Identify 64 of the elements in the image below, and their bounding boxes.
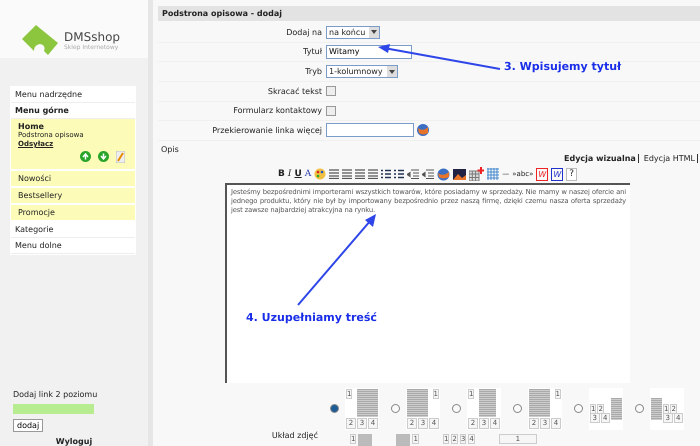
content-editor[interactable] xyxy=(225,182,630,383)
radio-button[interactable] xyxy=(330,404,339,414)
align-icon[interactable] xyxy=(368,169,378,180)
field-label: Dodaj na xyxy=(285,28,323,37)
menu-item[interactable]: Promocje xyxy=(11,205,135,222)
annotation-text: 4. Uzupełniamy treść xyxy=(246,311,377,324)
title-field[interactable]: Witamy xyxy=(326,44,412,59)
grid-icon[interactable] xyxy=(487,168,500,180)
logout-link[interactable]: Wyloguj xyxy=(56,437,92,446)
menu-item[interactable]: Kategorie xyxy=(11,222,135,238)
radio-button[interactable] xyxy=(391,404,400,414)
up-arrow-icon[interactable] xyxy=(80,151,91,162)
table-add-icon[interactable] xyxy=(469,167,484,182)
add-button[interactable]: dodaj xyxy=(13,419,44,432)
bold-button[interactable]: B xyxy=(278,168,285,180)
font-color-button[interactable]: A xyxy=(304,168,312,180)
align-icon[interactable] xyxy=(342,169,352,180)
menu-item[interactable]: Menu dolne xyxy=(11,238,135,254)
editor-tab[interactable]: Edycja HTML xyxy=(642,154,698,163)
list-icon[interactable] xyxy=(394,169,404,180)
redirect-field[interactable] xyxy=(326,123,414,138)
description-label: Opis xyxy=(160,144,180,154)
link-name-field[interactable] xyxy=(13,404,94,414)
annotation-text: 3. Wpisujemy tytuł xyxy=(504,60,622,73)
indent-icon[interactable] xyxy=(407,169,420,180)
logo-name: DMSshop xyxy=(64,30,120,44)
menu-item[interactable]: Nowości xyxy=(11,171,135,188)
field-label: Tryb xyxy=(304,67,323,76)
paste-word-button[interactable]: W xyxy=(536,168,548,181)
field-label: Tytuł xyxy=(302,47,323,56)
form-header: Podstrona opisowa - dodaj xyxy=(158,6,700,21)
add-link-label: Dodaj link 2 poziomu xyxy=(13,390,98,399)
checkbox[interactable] xyxy=(326,86,336,96)
photo-layout-label: Układ zdjęć xyxy=(270,430,319,440)
radio-button[interactable] xyxy=(574,404,583,414)
globe-icon[interactable] xyxy=(437,168,450,181)
menu-item[interactable]: Bestsellery xyxy=(11,188,135,205)
radio-button[interactable] xyxy=(513,404,522,414)
editor-tab[interactable]: Edycja wizualna xyxy=(562,154,639,163)
field-label: Skracać tekst xyxy=(266,86,323,96)
radio-button[interactable] xyxy=(452,404,461,414)
menu-item[interactable]: Menu nadrzędne xyxy=(11,87,135,103)
menu-item-title[interactable]: Home xyxy=(18,122,128,131)
underline-button[interactable]: U xyxy=(294,168,302,180)
field-label: Formularz kontaktowy xyxy=(232,106,323,116)
align-icon[interactable] xyxy=(329,169,340,180)
globe-icon[interactable] xyxy=(416,123,430,138)
field-label: Przekierowanie linka więcej xyxy=(211,126,323,135)
checkbox[interactable] xyxy=(326,106,336,116)
align-icon[interactable] xyxy=(355,169,366,180)
help-button[interactable]: ? xyxy=(566,168,578,181)
italic-button[interactable]: I xyxy=(288,168,292,180)
indent-icon[interactable] xyxy=(422,169,434,180)
dropdown[interactable]: 1-kolumnowy xyxy=(326,65,398,78)
word-button[interactable]: W xyxy=(551,168,564,181)
list-icon[interactable] xyxy=(381,169,392,180)
radio-button[interactable] xyxy=(635,404,644,414)
caret-icon xyxy=(388,70,395,74)
image-icon[interactable] xyxy=(453,168,466,180)
logo-icon xyxy=(22,25,58,55)
palette-icon[interactable] xyxy=(314,168,326,180)
down-arrow-icon[interactable] xyxy=(98,151,109,162)
dropdown[interactable]: na końcu xyxy=(326,26,380,39)
caret-icon xyxy=(371,30,378,34)
